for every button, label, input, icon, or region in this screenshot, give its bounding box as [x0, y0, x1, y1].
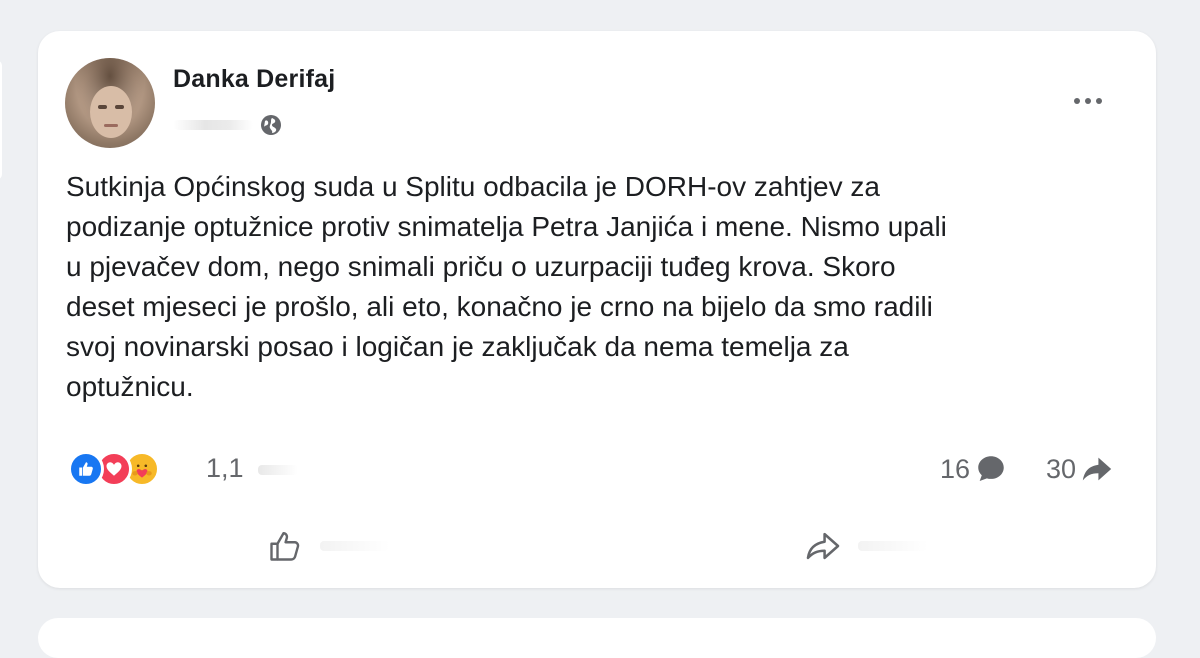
dot-icon — [1085, 98, 1091, 104]
share-arrow-icon — [806, 532, 840, 560]
comment-bubble-icon — [978, 456, 1004, 482]
globe-icon — [261, 115, 281, 135]
share-icon — [1082, 457, 1112, 481]
reaction-count-blurred — [258, 465, 298, 475]
post-timestamp-blurred — [173, 120, 253, 130]
thumbs-up-icon — [270, 532, 300, 561]
avatar[interactable] — [65, 58, 155, 148]
more-options-button[interactable] — [1068, 89, 1108, 113]
adjacent-panel-edge — [0, 60, 2, 180]
author-name[interactable]: Danka Derifaj — [173, 65, 335, 94]
like-button[interactable] — [260, 521, 310, 571]
comments-count-button[interactable]: 16 — [940, 449, 1008, 489]
shares-count-button[interactable]: 30 — [1046, 449, 1114, 489]
reaction-icons[interactable] — [68, 449, 160, 489]
reactions-row: 1,1 16 30 — [68, 449, 1128, 489]
post-card: Danka Derifaj Sutkinja Općinskog suda u … — [38, 31, 1156, 588]
post-meta — [173, 113, 283, 137]
post-text: Sutkinja Općinskog suda u Splitu odbacil… — [66, 171, 947, 402]
dot-icon — [1096, 98, 1102, 104]
dot-icon — [1074, 98, 1080, 104]
comments-count: 16 — [940, 453, 971, 484]
like-label-blurred — [320, 541, 390, 551]
share-button[interactable] — [798, 521, 848, 571]
next-post-card — [38, 618, 1156, 658]
action-bar — [38, 521, 1156, 571]
like-reaction-icon — [68, 451, 104, 487]
share-label-blurred — [858, 541, 928, 551]
shares-count: 30 — [1046, 453, 1077, 484]
reaction-count[interactable]: 1,1 — [206, 453, 244, 484]
